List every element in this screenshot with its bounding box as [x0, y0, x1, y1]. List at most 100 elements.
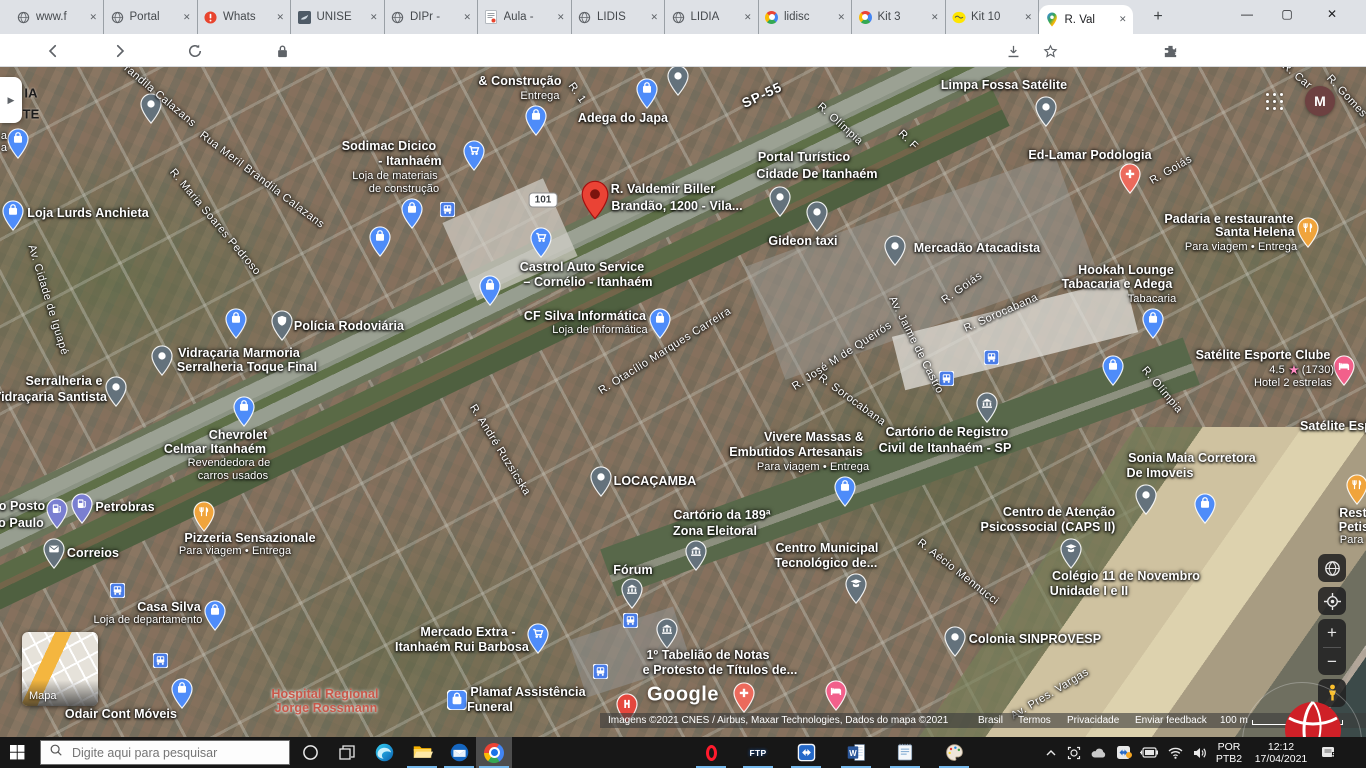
- map-label[interactable]: Sodimac Dicico: [342, 139, 437, 153]
- taskbar-app-edge[interactable]: [366, 737, 402, 768]
- map-label[interactable]: - Itanhaém: [378, 154, 442, 168]
- map-label[interactable]: Rest: [1339, 506, 1366, 520]
- taskbar-app-explorer[interactable]: [404, 737, 440, 768]
- browser-tab-12[interactable]: R. Val✕: [1039, 5, 1133, 34]
- map-label[interactable]: Hookah Lounge: [1078, 263, 1174, 277]
- map-label[interactable]: R. Valdemir Biller: [611, 182, 716, 196]
- browser-tab-7[interactable]: LIDIS✕: [571, 0, 665, 34]
- browser-tab-2[interactable]: Portal✕: [104, 0, 198, 34]
- map-label[interactable]: Unidade I e II: [1050, 584, 1129, 598]
- map-label[interactable]: Celmar Itanhaém: [164, 442, 266, 456]
- browser-tab-5[interactable]: DIPr -✕: [384, 0, 478, 34]
- language-indicator[interactable]: PORPTB2: [1212, 741, 1246, 765]
- shopping-pin[interactable]: [2, 200, 24, 231]
- browser-tab-9[interactable]: lidisc✕: [758, 0, 852, 34]
- map-label[interactable]: Vidraçaria Santista: [0, 390, 107, 404]
- window-minimize-button[interactable]: —: [1227, 0, 1267, 30]
- map-label[interactable]: Psicossocial (CAPS II): [981, 520, 1116, 534]
- map-label[interactable]: Mercadão Atacadista: [914, 241, 1041, 255]
- shopping-pin[interactable]: [1194, 493, 1216, 524]
- map-label[interactable]: Santa Helena: [1215, 225, 1295, 239]
- shopping-pin[interactable]: [233, 396, 255, 427]
- map-label[interactable]: Centro Municipal: [776, 541, 879, 555]
- search-input[interactable]: [70, 745, 260, 761]
- map-label[interactable]: o Paulo: [0, 516, 44, 530]
- map-label[interactable]: Serralheria e: [25, 374, 102, 388]
- map-label[interactable]: Correios: [67, 546, 119, 560]
- hotel-pin[interactable]: [1333, 355, 1355, 386]
- bank-pin[interactable]: [685, 540, 707, 571]
- health-pin[interactable]: [1119, 163, 1141, 194]
- map-label[interactable]: Gideon taxi: [768, 234, 837, 248]
- browser-tab-11[interactable]: Kit 10✕: [945, 0, 1039, 34]
- rest-pin[interactable]: [1297, 217, 1319, 248]
- map-viewport[interactable]: & ConstruçãoEntregaAdega do JapaSodimac …: [0, 67, 1366, 737]
- map-label[interactable]: o Posto: [0, 499, 45, 513]
- dot-pin[interactable]: [806, 201, 828, 232]
- dot-pin[interactable]: [884, 235, 906, 266]
- dot-pin[interactable]: [944, 626, 966, 657]
- taskbar-app-teamviewer[interactable]: [788, 737, 824, 768]
- taskbar-app-thunderbird[interactable]: [441, 737, 477, 768]
- map-label[interactable]: e Protesto de Títulos de...: [643, 663, 798, 677]
- police-pin[interactable]: [271, 310, 293, 341]
- map-label[interactable]: Brandão, 1200 - Vila...: [611, 199, 742, 213]
- rest-pin[interactable]: [193, 501, 215, 532]
- transit-pin[interactable]: [984, 350, 999, 365]
- map-label[interactable]: Portal Turístico: [758, 150, 850, 164]
- map-label[interactable]: Petrobras: [95, 500, 154, 514]
- map-label[interactable]: Adega do Japa: [578, 111, 668, 125]
- attribution-link-brasil[interactable]: Brasil: [978, 715, 1003, 726]
- extensions-puzzle-icon[interactable]: [1160, 41, 1180, 61]
- dot-pin[interactable]: [769, 186, 791, 217]
- taskbar-app-word[interactable]: W: [838, 737, 874, 768]
- map-label[interactable]: Plamaf Assistência: [470, 685, 585, 699]
- tray-chevron-icon[interactable]: [1045, 747, 1057, 759]
- fuel-pin[interactable]: [46, 498, 68, 529]
- tab-close-icon[interactable]: ✕: [931, 12, 939, 23]
- map-label[interactable]: Loja Lurds Anchieta: [27, 206, 149, 220]
- map-label[interactable]: CF Silva Informática: [524, 309, 646, 323]
- shopping-pin[interactable]: [525, 105, 547, 136]
- notifications-icon[interactable]: 5: [1321, 746, 1335, 759]
- cart-pin[interactable]: [530, 227, 552, 258]
- taskbar-app-opera[interactable]: [693, 737, 729, 768]
- zoom-in-button[interactable]: +: [1327, 619, 1337, 647]
- map-label[interactable]: Cidade De Itanhaém: [756, 167, 877, 181]
- browser-tab-8[interactable]: LIDIA✕: [665, 0, 759, 34]
- tab-close-icon[interactable]: ✕: [1024, 12, 1032, 23]
- map-label[interactable]: Serralheria Toque Final: [177, 360, 317, 374]
- map-label[interactable]: Cartório da 189ª: [673, 508, 770, 522]
- browser-tab-6[interactable]: Aula -✕: [478, 0, 572, 34]
- tab-close-icon[interactable]: ✕: [370, 12, 378, 23]
- back-button[interactable]: [41, 39, 65, 63]
- dot-pin[interactable]: [151, 345, 173, 376]
- map-label[interactable]: Civil de Itanhaém - SP: [879, 441, 1012, 455]
- map-label[interactable]: Tecnológico de...: [775, 556, 878, 570]
- tab-close-icon[interactable]: ✕: [183, 12, 191, 23]
- shopping-pin[interactable]: [479, 275, 501, 306]
- transit-pin[interactable]: [440, 202, 455, 217]
- transit-pin[interactable]: [110, 583, 125, 598]
- transit-pin[interactable]: [623, 613, 638, 628]
- map-label[interactable]: Padaria e restaurante: [1164, 212, 1293, 226]
- globe-view-button[interactable]: [1318, 554, 1346, 582]
- dot-pin[interactable]: [105, 376, 127, 407]
- map-label[interactable]: 1º Tabelião de Notas: [646, 648, 769, 662]
- map-label[interactable]: Odair Cont Móveis: [65, 707, 177, 721]
- shopping-pin[interactable]: [369, 226, 391, 257]
- reload-button[interactable]: [183, 39, 207, 63]
- dot-pin[interactable]: [590, 466, 612, 497]
- shopping-pin[interactable]: [7, 128, 29, 159]
- map-label[interactable]: Ed-Lamar Podologia: [1028, 148, 1151, 162]
- map-label[interactable]: Itanhaém Rui Barbosa: [395, 640, 529, 654]
- tab-close-icon[interactable]: ✕: [837, 12, 845, 23]
- tab-close-icon[interactable]: ✕: [1119, 14, 1127, 25]
- school-pin[interactable]: [845, 573, 867, 604]
- dot-pin[interactable]: [1135, 484, 1157, 515]
- map-label[interactable]: Casa Silva: [137, 600, 201, 614]
- window-close-button[interactable]: ✕: [1312, 0, 1352, 30]
- tab-close-icon[interactable]: ✕: [744, 12, 752, 23]
- taskbar-app-chrome[interactable]: [476, 737, 512, 768]
- my-location-button[interactable]: [1318, 587, 1346, 615]
